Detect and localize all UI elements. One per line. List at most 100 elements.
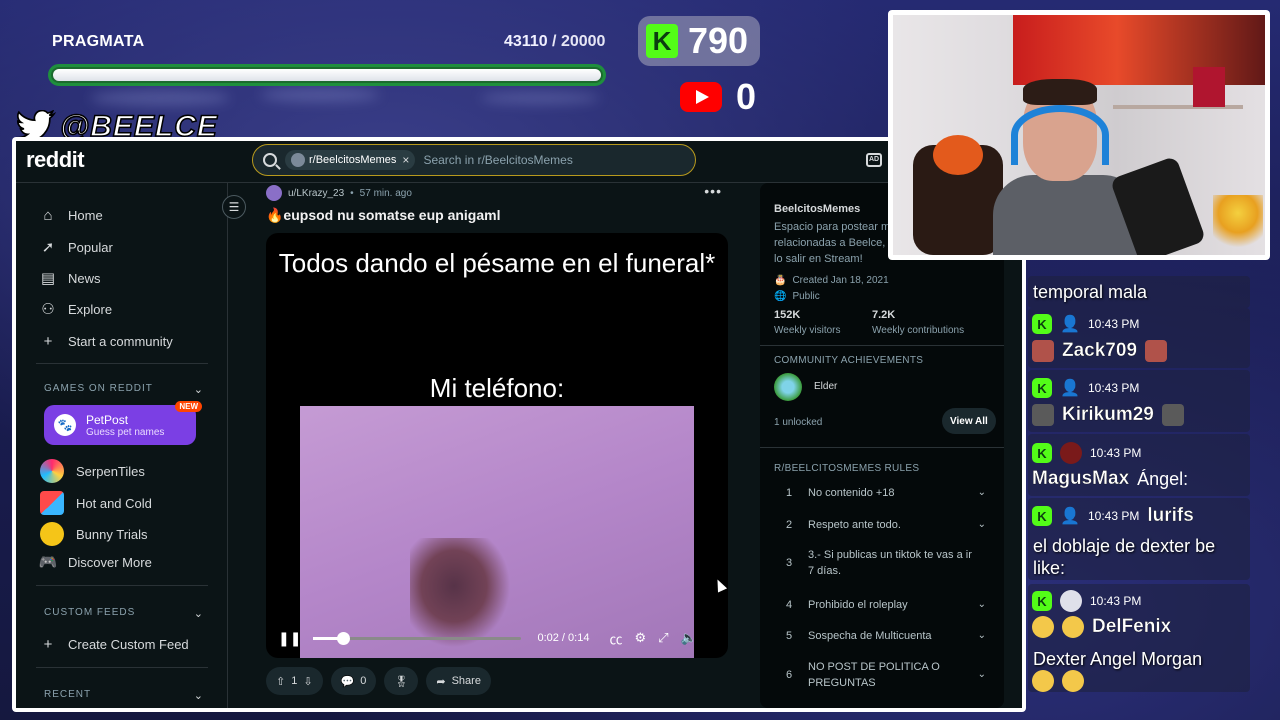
advertise-icon[interactable]: AD xyxy=(866,153,882,167)
rule-number: 6 xyxy=(786,669,793,681)
kick-count: 790 xyxy=(688,20,749,61)
settings-icon[interactable]: ⚙ xyxy=(634,630,646,646)
more-options-icon[interactable]: ••• xyxy=(704,183,722,199)
stream-chat: temporal mala K 👤 10:43 PM Zack709 K 👤 10:43… xyxy=(1028,262,1280,720)
game-hot-and-cold[interactable]: Hot and Cold xyxy=(40,491,152,515)
gamepad-icon: 🎮 xyxy=(38,554,58,571)
rule-text: Sospecha de Multicuenta xyxy=(808,630,932,642)
game-serpentiles[interactable]: SerpenTiles xyxy=(40,459,145,483)
explore-icon: ⚇ xyxy=(41,301,55,318)
emote-icon xyxy=(1032,670,1054,692)
chat-message-text: Dexter Angel Morgan xyxy=(1033,649,1203,669)
community-name[interactable]: BeelcitosMemes xyxy=(774,203,860,215)
sidebar-item-news[interactable]: ▤ News xyxy=(40,270,101,287)
achievement-label: Elder xyxy=(814,381,838,392)
menu-icon: ☰ xyxy=(228,200,240,214)
user-avatar[interactable] xyxy=(266,185,282,201)
share-button[interactable]: ➦ Share xyxy=(426,667,491,695)
chat-username[interactable]: MagusMax xyxy=(1032,468,1129,490)
post-time: 57 min. ago xyxy=(359,187,412,199)
rule-item[interactable]: 1 No contenido +18 ⌄ xyxy=(786,485,986,501)
create-custom-feed[interactable]: + Create Custom Feed xyxy=(40,636,189,653)
game-label: Hot and Cold xyxy=(76,495,152,511)
fullscreen-icon[interactable]: ⤢ xyxy=(658,630,668,646)
rule-item[interactable]: 3 3.- Si publicas un tiktok te vas a ir 7… xyxy=(786,547,986,579)
recent-header[interactable]: RECENT ⌄ xyxy=(44,689,204,702)
close-icon[interactable]: × xyxy=(402,153,409,167)
seek-handle[interactable] xyxy=(336,631,350,645)
section-title: GAMES ON REDDIT xyxy=(44,383,153,394)
volume-icon[interactable]: 🔈 xyxy=(681,630,697,646)
chat-message: DelFenix xyxy=(1032,616,1171,638)
post-author[interactable]: u/LKrazy_23 xyxy=(288,188,344,199)
news-icon: ▤ xyxy=(40,270,56,287)
chat-time: 10:43 PM xyxy=(1090,446,1142,460)
games-section-header[interactable]: GAMES ON REDDIT ⌄ xyxy=(44,383,204,396)
post-card: u/LKrazy_23 • 57 min. ago ••• 🔥eupsod nu… xyxy=(256,183,742,708)
game-label: Discover More xyxy=(68,554,152,570)
video-player[interactable]: Todos dando el pésame en el funeral* Mi … xyxy=(266,233,728,658)
chevron-down-icon: ⌄ xyxy=(977,630,986,641)
chat-username[interactable]: Kirikum29 xyxy=(1062,404,1154,426)
sidebar-item-label: Start a community xyxy=(68,333,173,349)
share-icon: ➦ xyxy=(436,675,446,688)
video-controls: ❚❚ 0:02 / 0:14 ㏄ ⚙ ⤢ 🔈 xyxy=(266,618,728,658)
collapse-sidebar-button[interactable]: ☰ xyxy=(222,195,246,219)
kick-badge-icon: K xyxy=(1032,443,1052,463)
pause-icon[interactable]: ❚❚ xyxy=(278,630,301,647)
chair-plush xyxy=(933,135,983,175)
subreddit-search-chip[interactable]: r/BeelcitosMemes × xyxy=(285,150,416,170)
subreddit-chip-label: r/BeelcitosMemes xyxy=(309,154,397,166)
rule-text: No contenido +18 xyxy=(808,487,895,499)
comments-button[interactable]: 💬 0 xyxy=(330,667,377,695)
figure-decoration xyxy=(1213,195,1263,255)
sidebar-item-popular[interactable]: ➚ Popular xyxy=(40,239,113,256)
globe-icon: 🌐 xyxy=(774,291,787,302)
share-label: Share xyxy=(451,675,481,687)
sidebar-item-home[interactable]: ⌂ Home xyxy=(40,207,103,224)
video-seek-bar[interactable] xyxy=(313,631,522,645)
sidebar-item-start-community[interactable]: + Start a community xyxy=(40,333,173,350)
youtube-count: 0 xyxy=(736,76,757,117)
rule-text: Respeto ante todo. xyxy=(808,519,901,531)
game-bunny-trials[interactable]: Bunny Trials xyxy=(40,522,148,546)
comment-count: 0 xyxy=(360,675,367,687)
community-visibility: 🌐 Public xyxy=(774,291,820,302)
sidebar-item-explore[interactable]: ⚇ Explore xyxy=(40,301,112,318)
post-title[interactable]: 🔥eupsod nu somatse eup anigaml xyxy=(266,207,500,224)
chat-username[interactable]: lurifs xyxy=(1147,505,1194,527)
rule-item[interactable]: 4 Prohibido el roleplay ⌄ xyxy=(786,597,986,613)
rule-item[interactable]: 6 NO POST DE POLITICA O PREGUNTAS ⌄ xyxy=(786,659,986,691)
game-label: Bunny Trials xyxy=(76,526,148,542)
game-label: SerpenTiles xyxy=(76,463,145,479)
chat-message-text: temporal mala xyxy=(1033,282,1148,302)
chat-username[interactable]: Zack709 xyxy=(1062,340,1137,362)
sidebar-item-label: Home xyxy=(68,207,103,223)
game-discover-more[interactable]: 🎮 Discover More xyxy=(38,554,152,571)
search-input[interactable]: r/BeelcitosMemes × Search in r/Beelcitos… xyxy=(252,144,696,176)
serpentiles-icon xyxy=(40,459,64,483)
custom-feeds-header[interactable]: CUSTOM FEEDS ⌄ xyxy=(44,607,204,620)
rule-text: NO POST DE POLITICA O PREGUNTAS xyxy=(808,661,940,689)
view-all-button[interactable]: View All xyxy=(942,408,996,434)
award-icon: 🎖 xyxy=(394,675,409,688)
reddit-logo[interactable]: reddit xyxy=(26,147,85,173)
user-icon: 👤 xyxy=(1060,380,1080,397)
downvote-icon[interactable]: ⇩ xyxy=(303,675,312,688)
background-cloud xyxy=(90,90,230,106)
unlocked-count: 1 unlocked xyxy=(774,417,823,428)
rule-item[interactable]: 5 Sospecha de Multicuenta ⌄ xyxy=(786,628,986,644)
bunny-icon xyxy=(40,522,64,546)
award-button[interactable]: 🎖 xyxy=(384,667,419,695)
community-sidebar: BeelcitosMemes Espacio para postear m re… xyxy=(760,183,1004,708)
kick-badge-icon: K xyxy=(1032,506,1052,526)
chat-emote-row xyxy=(1032,670,1084,692)
chat-username[interactable]: DelFenix xyxy=(1092,616,1172,638)
upvote-icon[interactable]: ⇧ xyxy=(276,675,285,688)
rule-item[interactable]: 2 Respeto ante todo. ⌄ xyxy=(786,517,986,533)
captions-icon[interactable]: ㏄ xyxy=(609,629,622,648)
rule-number: 5 xyxy=(786,630,793,642)
chat-time: 10:43 PM xyxy=(1088,317,1140,331)
game-petpost[interactable]: 🐾 PetPost Guess pet names NEW xyxy=(44,401,202,445)
emote-icon xyxy=(1032,340,1054,362)
